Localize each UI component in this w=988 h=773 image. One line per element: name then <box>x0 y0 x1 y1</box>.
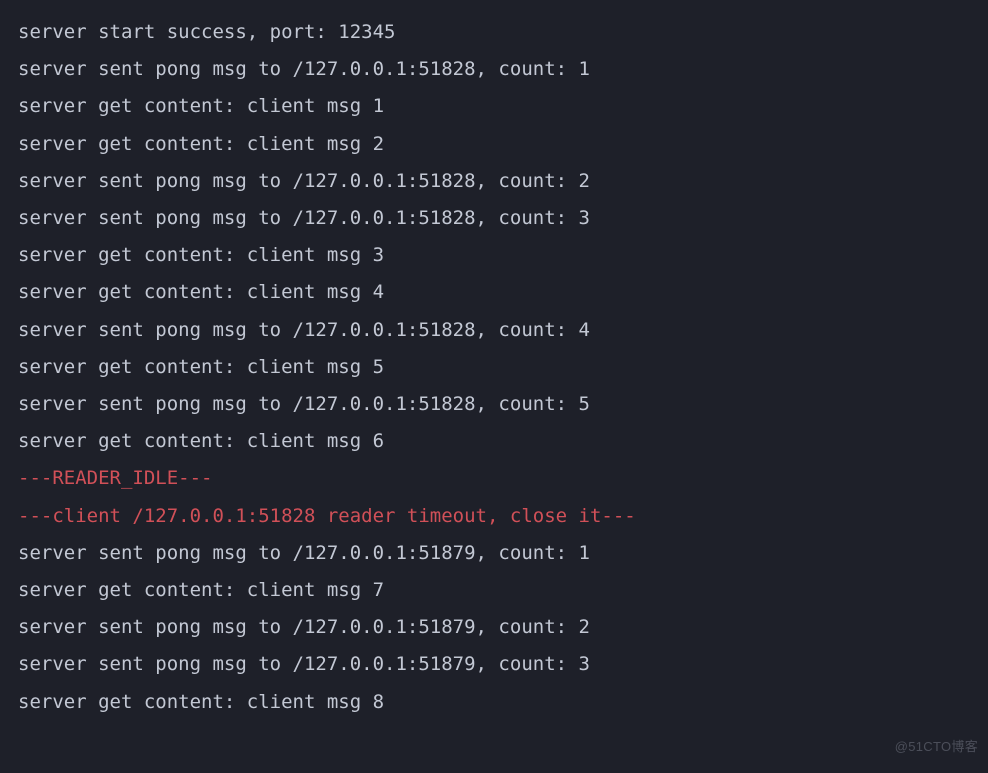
log-line: server get content: client msg 7 <box>18 572 970 609</box>
log-line: server get content: client msg 8 <box>18 684 970 721</box>
log-line: ---READER_IDLE--- <box>18 460 970 497</box>
watermark: @51CTO博客 <box>895 728 978 765</box>
log-line: server sent pong msg to /127.0.0.1:51828… <box>18 200 970 237</box>
log-line: server sent pong msg to /127.0.0.1:51828… <box>18 51 970 88</box>
log-line: server get content: client msg 5 <box>18 349 970 386</box>
log-line: server get content: client msg 6 <box>18 423 970 460</box>
log-line: server get content: client msg 1 <box>18 88 970 125</box>
log-line: server get content: client msg 4 <box>18 274 970 311</box>
log-line: server get content: client msg 2 <box>18 126 970 163</box>
terminal-output[interactable]: server start success, port: 12345server … <box>0 0 988 773</box>
log-line: server sent pong msg to /127.0.0.1:51828… <box>18 386 970 423</box>
log-line: server sent pong msg to /127.0.0.1:51879… <box>18 535 970 572</box>
log-line: server sent pong msg to /127.0.0.1:51828… <box>18 163 970 200</box>
log-line: server sent pong msg to /127.0.0.1:51828… <box>18 312 970 349</box>
log-line: server get content: client msg 3 <box>18 237 970 274</box>
log-line: server start success, port: 12345 <box>18 14 970 51</box>
log-line: server sent pong msg to /127.0.0.1:51879… <box>18 609 970 646</box>
log-line: server sent pong msg to /127.0.0.1:51879… <box>18 646 970 683</box>
log-line: ---client /127.0.0.1:51828 reader timeou… <box>18 498 970 535</box>
